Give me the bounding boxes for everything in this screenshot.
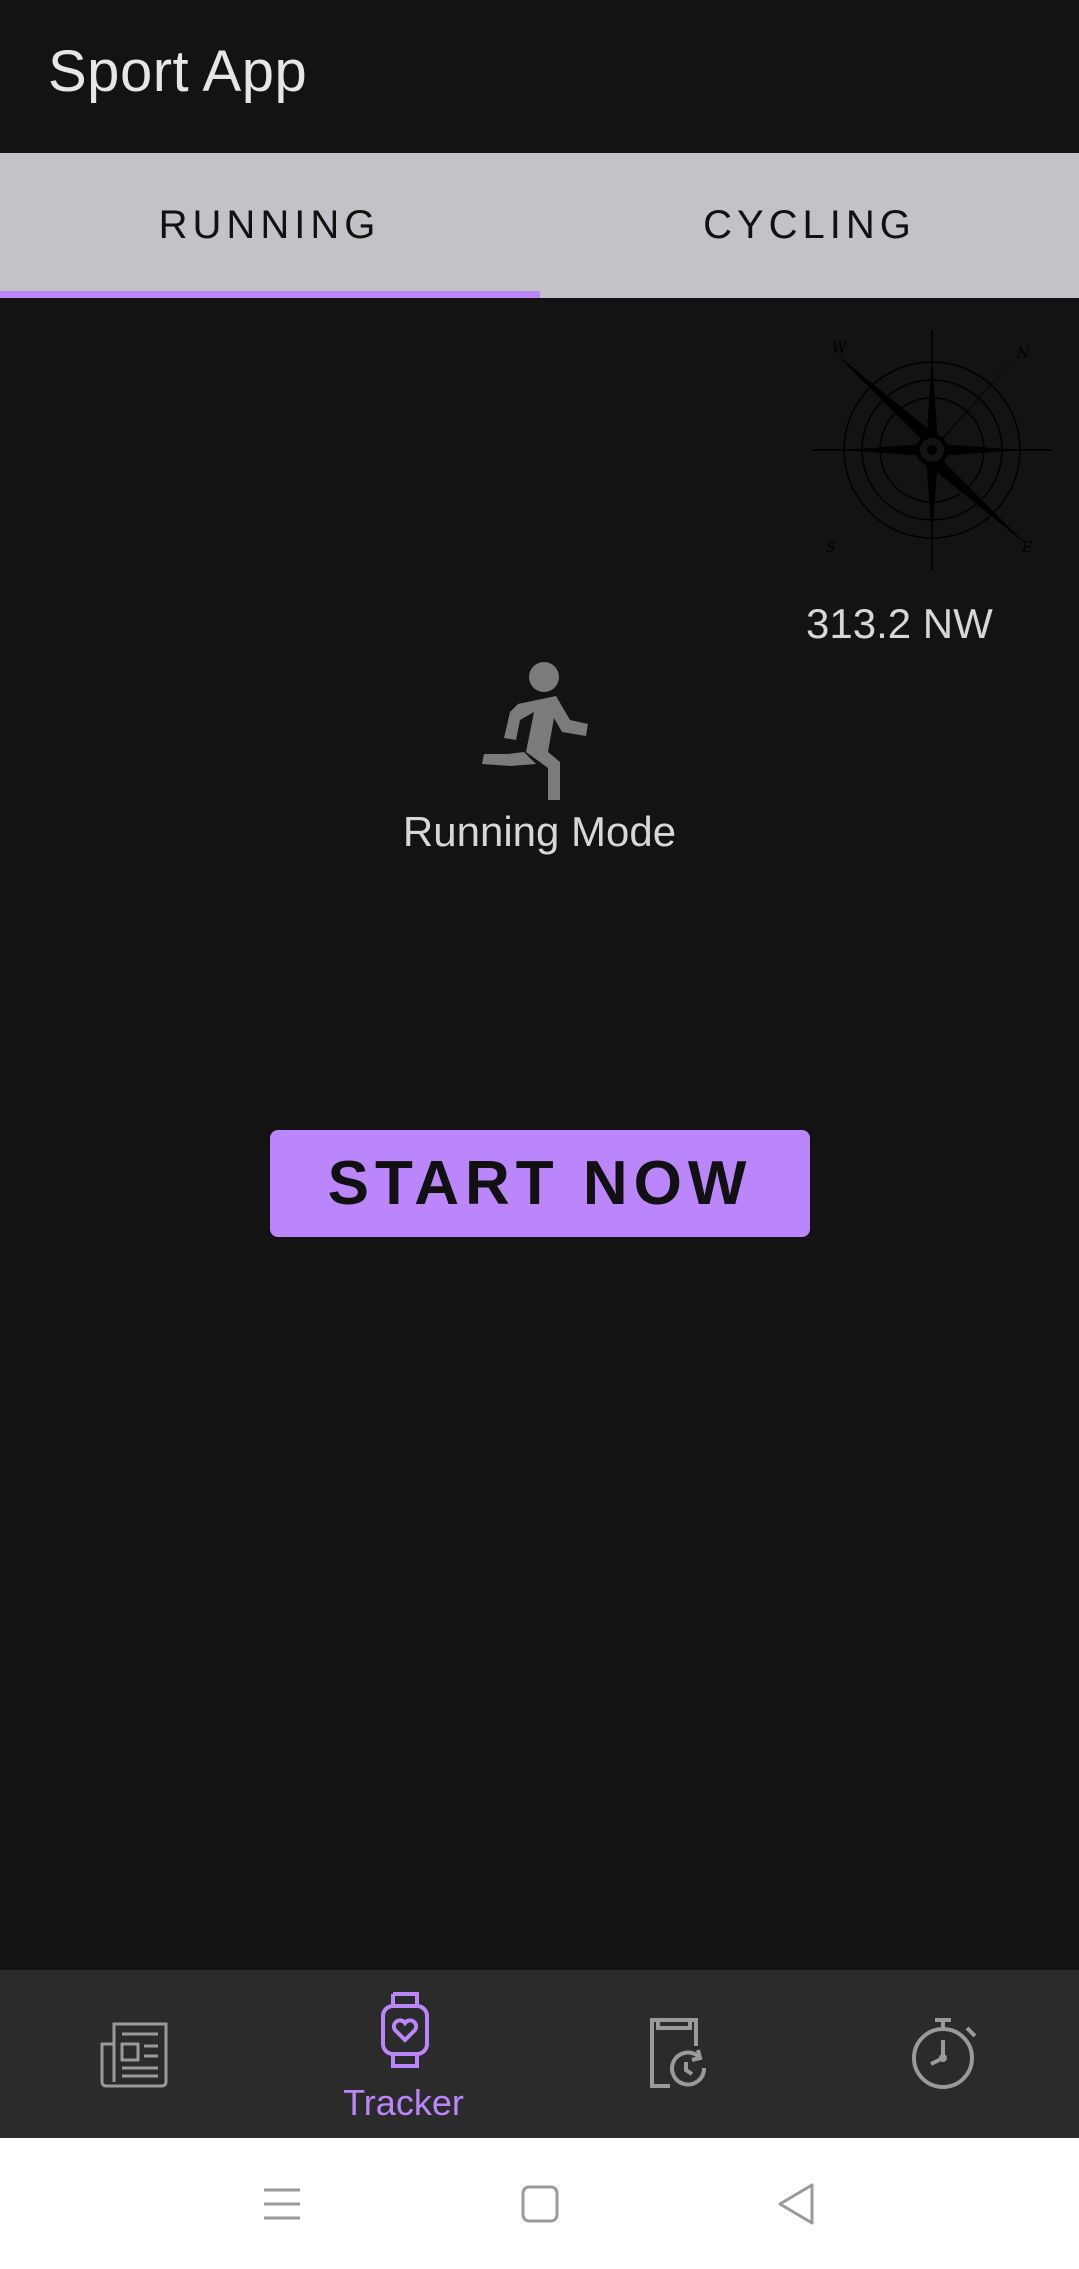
history-clipboard-icon xyxy=(650,2018,707,2088)
stopwatch-icon xyxy=(912,2018,977,2089)
mode-label: Running Mode xyxy=(402,808,677,855)
running-person-icon xyxy=(478,660,588,800)
nav-item-news[interactable] xyxy=(0,1970,269,2138)
smartwatch-heart-icon xyxy=(381,1992,429,2068)
compass-icon: W N S E xyxy=(812,330,1052,570)
tab-bar: RUNNING CYCLING xyxy=(0,153,1079,298)
back-triangle-icon[interactable] xyxy=(776,2182,816,2226)
nav-item-tracker[interactable]: Tracker xyxy=(269,1970,538,2138)
svg-text:N: N xyxy=(1016,346,1030,362)
home-square-icon[interactable] xyxy=(520,2184,560,2224)
tab-running[interactable]: RUNNING xyxy=(0,153,539,298)
compass-heading: 313.2 NW xyxy=(806,600,993,647)
menu-icon[interactable] xyxy=(262,2186,302,2222)
tab-cycling[interactable]: CYCLING xyxy=(540,153,1079,298)
tab-indicator xyxy=(0,291,540,298)
start-now-button[interactable]: START NOW xyxy=(270,1130,810,1237)
svg-text:S: S xyxy=(826,540,836,556)
app-title: Sport App xyxy=(48,39,308,104)
nav-label-tracker: Tracker xyxy=(343,2082,464,2123)
system-nav-bar xyxy=(0,2138,1079,2269)
svg-text:E: E xyxy=(1021,540,1032,556)
svg-text:W: W xyxy=(832,340,848,356)
nav-item-stopwatch[interactable] xyxy=(807,1970,1076,2138)
nav-item-history[interactable] xyxy=(538,1970,807,2138)
app-bar: Sport App xyxy=(0,0,1079,153)
bottom-nav: Tracker xyxy=(0,1970,1079,2138)
newspaper-icon xyxy=(100,2022,168,2088)
